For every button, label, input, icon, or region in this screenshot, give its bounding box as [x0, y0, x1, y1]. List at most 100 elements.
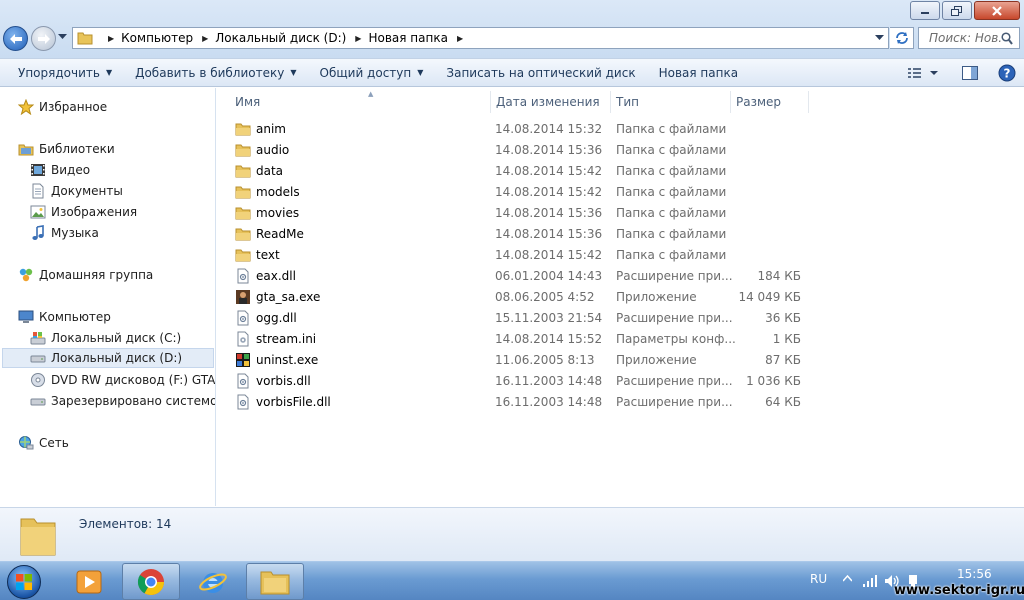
recent-pages-dropdown-icon[interactable]	[58, 34, 67, 40]
breadcrumb-new-folder[interactable]: Новая папка ▶	[368, 31, 470, 45]
sort-ascending-icon: ▲	[368, 90, 374, 98]
search-input[interactable]	[929, 31, 1001, 45]
file-type: Папка с файлами	[616, 185, 727, 199]
file-date: 15.11.2003 21:54	[495, 311, 603, 325]
breadcrumb-separator-icon[interactable]: ▶	[355, 34, 361, 43]
file-row[interactable]: gta_sa.exe 08.06.2005 4:52 Приложение 14 04…	[217, 287, 817, 308]
preview-pane-icon[interactable]	[962, 66, 978, 80]
file-name: eax.dll	[256, 269, 296, 283]
file-row[interactable]: vorbisFile.dll 16.11.2003 14:48 Расширение…	[217, 392, 817, 413]
file-row[interactable]: eax.dll 06.01.2004 14:43 Расширение при...…	[217, 266, 817, 287]
nav-disk-d[interactable]: Локальный диск (D:)	[2, 348, 214, 368]
file-type: Папка с файлами	[616, 227, 727, 241]
file-type: Расширение при...	[616, 311, 733, 325]
new-folder-button[interactable]: Новая папка	[652, 61, 745, 85]
nav-favorites[interactable]: Избранное	[18, 97, 107, 117]
windows-logo-icon	[7, 564, 41, 599]
taskbar-chrome[interactable]	[122, 563, 180, 600]
show-hidden-icons-icon[interactable]	[843, 574, 852, 583]
minimize-button[interactable]	[910, 1, 940, 20]
nav-computer[interactable]: Компьютер	[18, 307, 111, 327]
nav-reserved-drive[interactable]: Зарезервировано системой (G:)	[30, 391, 215, 411]
column-header-name[interactable]: Имя ▲	[229, 90, 491, 113]
file-name: audio	[256, 143, 290, 157]
file-type: Расширение при...	[616, 269, 733, 283]
internet-explorer-icon	[199, 572, 227, 593]
folder-icon	[235, 247, 251, 263]
address-bar[interactable]: ▶ Компьютер ▶ Локальный диск (D:) ▶ Новая …	[72, 27, 889, 49]
file-size: 184 КБ	[757, 269, 801, 283]
nav-disk-c[interactable]: Локальный диск (C:)	[30, 328, 181, 348]
organize-button[interactable]: Упорядочить ▼	[11, 61, 119, 85]
file-date: 14.08.2014 15:42	[495, 185, 603, 199]
back-button[interactable]	[3, 26, 28, 51]
file-row[interactable]: data 14.08.2014 15:42 Папка с файлами	[217, 161, 817, 182]
share-button[interactable]: Общий доступ ▼	[313, 61, 431, 85]
file-size: 1 036 КБ	[746, 374, 801, 388]
game-exe-icon	[235, 289, 251, 305]
column-header-type[interactable]: Тип	[610, 91, 731, 113]
file-name: text	[256, 248, 280, 262]
nav-video[interactable]: Видео	[30, 160, 90, 180]
forward-button[interactable]	[31, 26, 56, 51]
help-icon[interactable]: ?	[998, 64, 1016, 82]
breadcrumb-separator-icon[interactable]: ▶	[108, 34, 114, 43]
breadcrumb-separator-icon[interactable]: ▶	[202, 34, 208, 43]
file-row[interactable]: uninst.exe 11.06.2005 8:13 Приложение 87 КБ	[217, 350, 817, 371]
column-header-date[interactable]: Дата изменения	[490, 91, 611, 113]
file-type: Расширение при...	[616, 374, 733, 388]
breadcrumb-separator-icon[interactable]: ▶	[457, 34, 463, 43]
language-indicator[interactable]: RU	[810, 572, 827, 586]
file-row[interactable]: vorbis.dll 16.11.2003 14:48 Расширение при…	[217, 371, 817, 392]
file-row[interactable]: anim 14.08.2014 15:32 Папка с файлами	[217, 119, 817, 140]
file-row[interactable]: audio 14.08.2014 15:36 Папка с файлами	[217, 140, 817, 161]
file-row[interactable]: stream.ini 14.08.2014 15:52 Параметры конф…	[217, 329, 817, 350]
maximize-button[interactable]	[942, 1, 972, 20]
taskbar-media-player[interactable]	[60, 563, 118, 600]
dll-file-icon	[235, 394, 251, 410]
column-header-size[interactable]: Размер	[730, 91, 809, 113]
file-date: 14.08.2014 15:32	[495, 122, 603, 136]
burn-disc-button[interactable]: Записать на оптический диск	[439, 61, 642, 85]
file-row[interactable]: models 14.08.2014 15:42 Папка с файлами	[217, 182, 817, 203]
library-icon	[18, 141, 34, 157]
file-row[interactable]: movies 14.08.2014 15:36 Папка с файлами	[217, 203, 817, 224]
nav-music[interactable]: Музыка	[30, 223, 99, 243]
add-to-library-button[interactable]: Добавить в библиотеку ▼	[128, 61, 303, 85]
computer-icon	[18, 309, 34, 325]
breadcrumb-computer[interactable]: Компьютер ▶	[121, 31, 215, 45]
network-signal-icon[interactable]	[862, 574, 878, 588]
nav-homegroup[interactable]: Домашняя группа	[18, 265, 153, 285]
nav-documents[interactable]: Документы	[30, 181, 123, 201]
taskbar-explorer[interactable]	[246, 563, 304, 600]
taskbar-internet-explorer[interactable]	[184, 563, 242, 600]
nav-images[interactable]: Изображения	[30, 202, 137, 222]
refresh-icon	[895, 32, 908, 44]
drive-icon	[30, 393, 46, 409]
search-icon[interactable]	[1001, 32, 1013, 45]
start-button[interactable]	[4, 563, 44, 600]
media-player-icon	[76, 570, 102, 593]
file-type: Папка с файлами	[616, 164, 727, 178]
star-icon	[18, 99, 34, 115]
file-row[interactable]: ReadMe 14.08.2014 15:36 Папка с файлами	[217, 224, 817, 245]
address-dropdown-icon[interactable]	[875, 35, 884, 41]
file-name: uninst.exe	[256, 353, 319, 367]
refresh-button[interactable]	[890, 27, 914, 49]
nav-dvd-drive[interactable]: DVD RW дисковод (F:) GTADISK	[30, 370, 215, 390]
view-options-icon[interactable]	[908, 66, 938, 80]
dvd-drive-icon	[30, 372, 46, 388]
close-button[interactable]	[974, 1, 1020, 20]
clock[interactable]: 15:56	[957, 567, 992, 581]
search-box[interactable]	[918, 27, 1020, 49]
folder-icon	[235, 163, 251, 179]
details-pane: Элементов: 14	[0, 507, 1024, 561]
file-type: Приложение	[616, 353, 697, 367]
file-row[interactable]: ogg.dll 15.11.2003 21:54 Расширение при...…	[217, 308, 817, 329]
file-row[interactable]: text 14.08.2014 15:42 Папка с файлами	[217, 245, 817, 266]
nav-network[interactable]: Сеть	[18, 433, 69, 453]
nav-libraries[interactable]: Библиотеки	[18, 139, 115, 159]
breadcrumb-disk-d[interactable]: Локальный диск (D:) ▶	[215, 31, 368, 45]
dll-file-icon	[235, 310, 251, 326]
network-icon	[18, 435, 34, 451]
